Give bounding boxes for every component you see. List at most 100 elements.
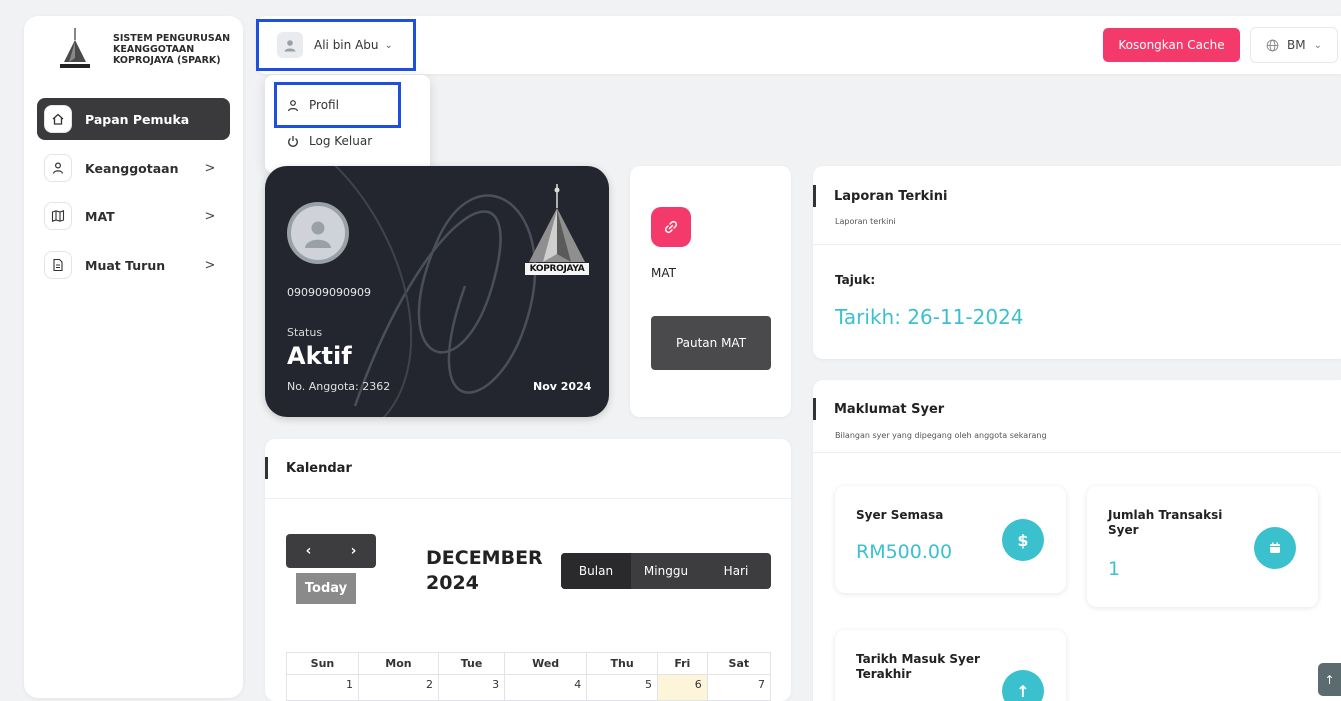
arrow-up-icon: ↑: [1324, 672, 1335, 687]
member-card-date: Nov 2024: [533, 380, 592, 393]
sidebar-item-papan-pemuka[interactable]: Papan Pemuka: [37, 98, 230, 140]
calendar-header: Kalendar: [265, 457, 352, 479]
arrow-up-icon: ↑: [1002, 670, 1044, 701]
status-value: Aktif: [287, 342, 352, 370]
avatar: [277, 32, 303, 58]
home-icon: [45, 106, 71, 132]
view-minggu-button[interactable]: Minggu: [631, 553, 701, 589]
calendar-day[interactable]: 7: [706, 674, 772, 701]
stat-card-share-transactions: Jumlah Transaksi Syer 1: [1087, 486, 1318, 607]
link-icon: [651, 207, 691, 247]
profil-highlight-box: [274, 82, 401, 128]
sidebar-item-muat-turun[interactable]: Muat Turun >: [37, 244, 230, 286]
weekday-header: Tue: [437, 652, 506, 675]
sidebar-item-label: MAT: [85, 208, 115, 224]
section-accent-bar: [813, 398, 816, 420]
share-caption: Bilangan syer yang dipegang oleh anggota…: [835, 431, 1047, 440]
brand: SISTEM PENGURUSAN KEANGGOTAAN KOPROJAYA …: [24, 16, 243, 96]
logo-text: KOPROJAYA: [529, 264, 585, 274]
mat-link-button[interactable]: Pautan MAT: [651, 316, 771, 370]
stat-title: Jumlah Transaksi Syer: [1108, 508, 1223, 537]
brand-text: SISTEM PENGURUSAN KEANGGOTAAN KOPROJAYA …: [113, 33, 231, 66]
section-accent-bar: [265, 457, 268, 479]
calendar-card: Kalendar ‹ › Today DECEMBER 2024 Bulan M…: [265, 439, 791, 701]
globe-icon: [1266, 39, 1279, 51]
user-icon: [45, 155, 71, 181]
weekday-header: Mon: [357, 652, 439, 675]
sidebar-item-label: Papan Pemuka: [85, 111, 190, 127]
divider: [265, 498, 791, 499]
divider: [813, 244, 1341, 245]
menu-item-log-keluar[interactable]: Log Keluar: [287, 134, 372, 148]
calendar-prev-button[interactable]: ‹: [306, 543, 312, 559]
sidebar-item-label: Keanggotaan: [85, 160, 179, 176]
chevron-down-icon: ⌄: [384, 39, 393, 51]
section-accent-bar: [813, 185, 816, 207]
view-hari-button[interactable]: Hari: [701, 553, 771, 589]
sidebar-item-keanggotaan[interactable]: Keanggotaan >: [37, 147, 230, 189]
language-switcher[interactable]: BM ⌄: [1250, 27, 1338, 63]
share-header: Maklumat Syer: [813, 398, 944, 420]
mat-title: MAT: [651, 266, 676, 280]
calendar-day[interactable]: 3: [437, 674, 506, 701]
menu-item-label: Log Keluar: [309, 134, 373, 148]
clear-cache-button[interactable]: Kosongkan Cache: [1103, 28, 1240, 62]
calendar-month-title: DECEMBER 2024: [426, 547, 543, 594]
week-row: 1 2 3 4 5 6 7: [286, 674, 772, 701]
chevron-right-icon: >: [204, 257, 216, 273]
divider: [813, 452, 1341, 453]
scroll-to-top-button[interactable]: ↑: [1318, 663, 1341, 696]
file-icon: [45, 252, 71, 278]
sidebar-item-mat[interactable]: MAT >: [37, 195, 230, 237]
member-number: No. Anggota: 2362: [287, 380, 391, 393]
member-card: KOPROJAYA 090909090909 Status Aktif No. …: [265, 166, 609, 417]
mat-card: MAT Pautan MAT: [630, 166, 791, 417]
member-avatar: [287, 202, 349, 264]
dollar-icon: $: [1002, 519, 1044, 561]
calendar-title: Kalendar: [286, 460, 352, 476]
user-menu-toggle[interactable]: Ali bin Abu ⌄: [256, 19, 416, 71]
calendar-day-today[interactable]: 6: [656, 674, 708, 701]
mat-link-label: Pautan MAT: [675, 336, 747, 350]
user-name: Ali bin Abu: [314, 38, 379, 52]
report-card: Laporan Terkini Laporan terkini Tajuk: T…: [813, 166, 1341, 359]
calendar-view-switcher: Bulan Minggu Hari: [561, 553, 771, 589]
sidebar-item-label: Muat Turun: [85, 257, 166, 273]
stat-card-current-shares: Syer Semasa RM500.00 $: [835, 486, 1066, 593]
report-header: Laporan Terkini: [813, 185, 947, 207]
member-phone: 090909090909: [287, 286, 371, 299]
calendar-day[interactable]: 2: [357, 674, 439, 701]
report-tajuk-label: Tajuk:: [835, 273, 876, 287]
chevron-right-icon: >: [204, 208, 216, 224]
stat-value: RM500.00: [856, 541, 953, 563]
stat-value: 1: [1108, 558, 1121, 580]
report-title: Laporan Terkini: [834, 188, 948, 204]
power-icon: [288, 135, 298, 147]
calendar-grid: Sun Mon Tue Wed Thu Fri Sat 1 2 3 4 5 6 …: [286, 652, 772, 701]
weekday-header: Thu: [586, 652, 658, 675]
report-date: Tarikh: 26-11-2024: [835, 305, 1024, 329]
weekday-row: Sun Mon Tue Wed Thu Fri Sat: [286, 652, 772, 675]
stat-card-last-share-entry: Tarikh Masuk Syer Terakhir ↑: [835, 630, 1066, 701]
calendar-today-button[interactable]: Today: [296, 573, 356, 604]
weekday-header: Sat: [706, 652, 772, 675]
calendar-day[interactable]: 1: [286, 674, 359, 701]
weekday-header: Fri: [656, 652, 708, 675]
calendar-day[interactable]: 5: [586, 674, 658, 701]
chevron-right-icon: >: [204, 160, 216, 176]
calendar-icon: [1254, 527, 1296, 569]
weekday-header: Wed: [504, 652, 588, 675]
calendar-day[interactable]: 4: [504, 674, 588, 701]
status-label: Status: [287, 326, 323, 339]
stat-title: Tarikh Masuk Syer Terakhir: [856, 652, 980, 681]
share-title: Maklumat Syer: [834, 401, 945, 417]
view-bulan-button[interactable]: Bulan: [561, 553, 631, 589]
chevron-down-icon: ⌄: [1313, 39, 1322, 51]
language-label: BM: [1287, 38, 1306, 52]
weekday-header: Sun: [286, 652, 359, 675]
sidebar: SISTEM PENGURUSAN KEANGGOTAAN KOPROJAYA …: [24, 16, 243, 698]
report-caption: Laporan terkini: [835, 217, 896, 226]
koprojaya-logo-icon: [60, 28, 90, 68]
calendar-next-button[interactable]: ›: [351, 543, 357, 559]
calendar-nav-group: ‹ ›: [286, 534, 376, 568]
